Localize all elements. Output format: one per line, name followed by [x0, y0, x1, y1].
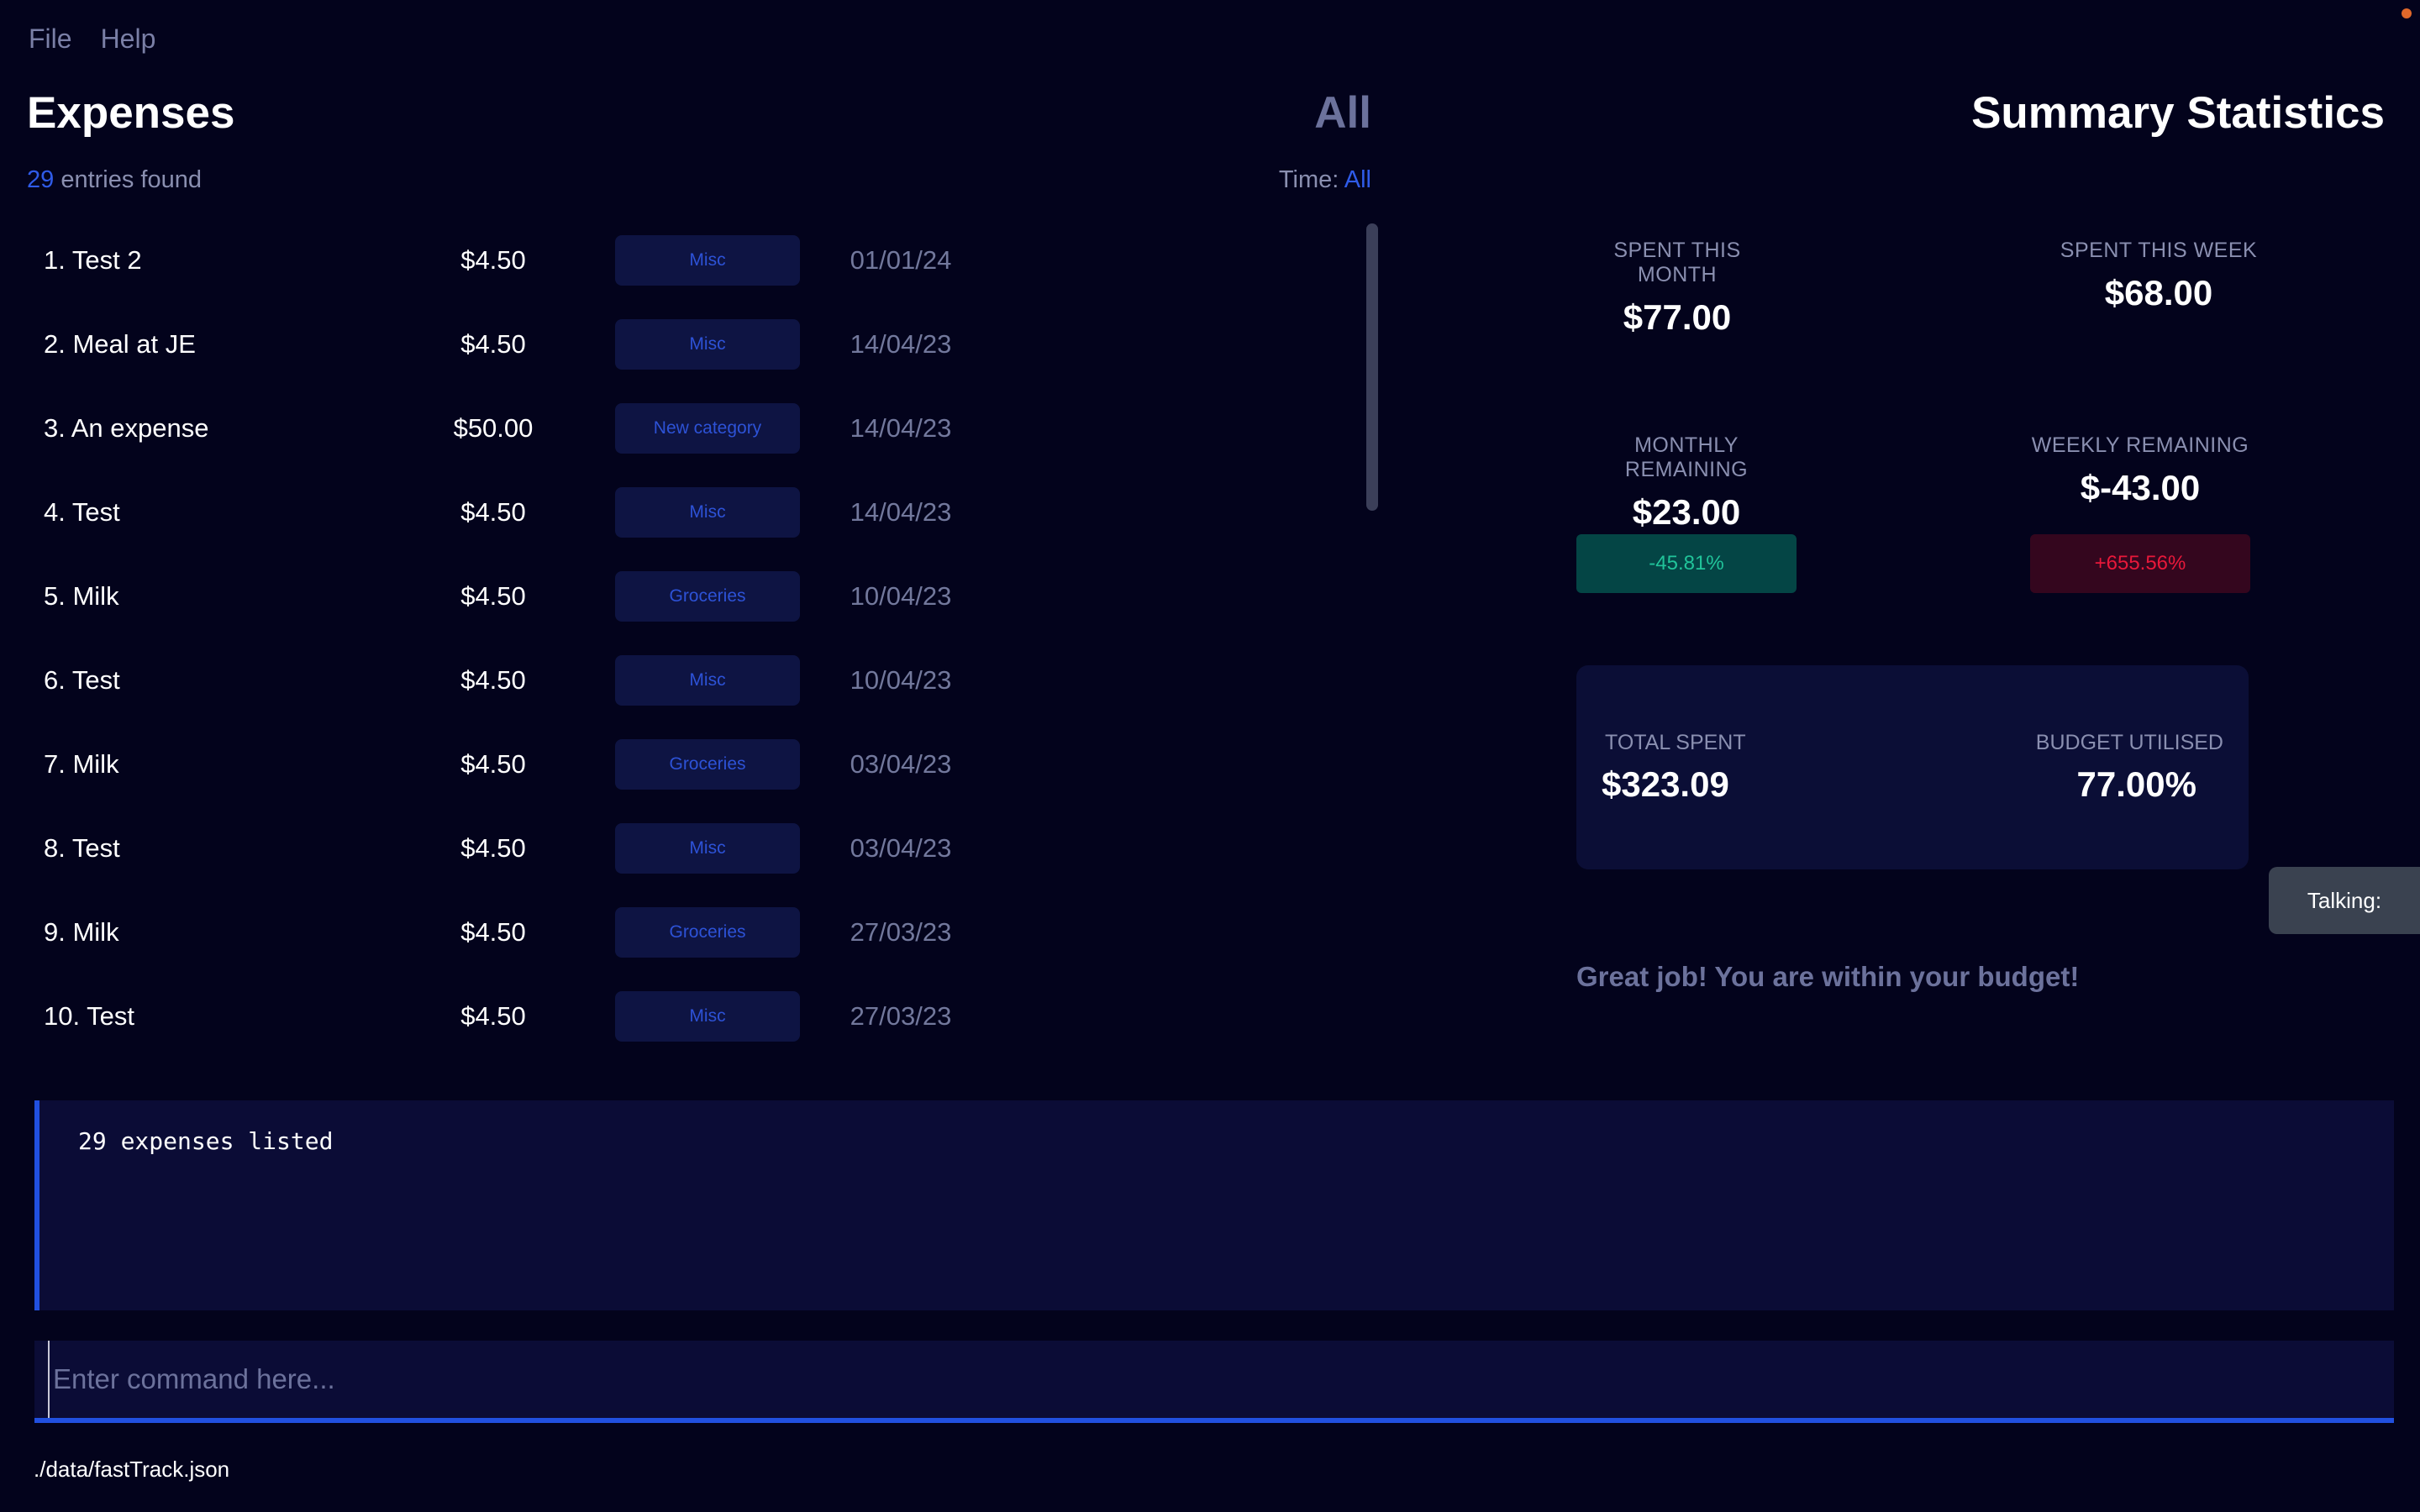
spent-month-label: SPENT THIS MONTH — [1613, 239, 1741, 286]
expense-name: 5. Milk — [44, 581, 119, 611]
category-badge: Groceries — [615, 571, 800, 622]
category-badge: Misc — [615, 655, 800, 706]
time-filter: Time: All — [1176, 166, 1371, 194]
expense-amount: $4.50 — [460, 497, 526, 527]
list-item[interactable]: 3. An expense $50.00 New category 14/04/… — [27, 386, 1287, 470]
expense-date: 10/04/23 — [850, 581, 952, 611]
menu-help[interactable]: Help — [101, 24, 156, 55]
expense-amount: $4.50 — [460, 665, 526, 695]
menu-bar: File Help — [29, 24, 155, 55]
status-file-path: ./data/fastTrack.json — [34, 1457, 230, 1482]
expense-amount: $4.50 — [460, 1001, 526, 1031]
expense-name: 10. Test — [44, 1001, 135, 1031]
monthly-remaining: MONTHLY REMAINING $23.00 — [1576, 433, 1797, 533]
list-item[interactable]: 10. Test $4.50 Misc 27/03/23 — [27, 974, 1287, 1058]
expense-name: 3. An expense — [44, 413, 209, 443]
expense-date: 03/04/23 — [850, 749, 952, 779]
expense-amount: $4.50 — [460, 329, 526, 359]
monthly-remaining-value: $23.00 — [1632, 492, 1741, 532]
total-spent-label: TOTAL SPENT — [1605, 731, 1746, 754]
result-display: 29 expenses listed — [34, 1100, 2394, 1310]
weekly-remaining: WEEKLY REMAINING $-43.00 — [2030, 433, 2250, 508]
recording-indicator-icon — [2402, 8, 2412, 18]
spent-this-month: SPENT THIS MONTH $77.00 — [1576, 239, 1778, 338]
expense-date: 01/01/24 — [850, 245, 952, 275]
budget-utilised-value: 77.00% — [2076, 764, 2196, 804]
expense-name: 9. Milk — [44, 917, 119, 947]
category-badge: Misc — [615, 235, 800, 286]
monthly-remaining-label: MONTHLY REMAINING — [1624, 433, 1749, 481]
list-item[interactable]: 5. Milk $4.50 Groceries 10/04/23 — [27, 554, 1287, 638]
expenses-title: Expenses — [27, 88, 235, 138]
list-item[interactable]: 6. Test $4.50 Misc 10/04/23 — [27, 638, 1287, 722]
entries-count-suffix: entries found — [60, 166, 202, 193]
expense-date: 27/03/23 — [850, 917, 952, 947]
budget-message: Great job! You are within your budget! — [1576, 961, 2080, 992]
list-item[interactable]: 2. Meal at JE $4.50 Misc 14/04/23 — [27, 302, 1287, 386]
expense-date: 14/04/23 — [850, 497, 952, 527]
talking-indicator: Talking: — [2269, 867, 2420, 934]
command-box — [34, 1341, 2394, 1423]
result-text: 29 expenses listed — [78, 1127, 334, 1155]
time-filter-label: Time: — [1278, 166, 1339, 193]
expense-date: 27/03/23 — [850, 1001, 952, 1031]
total-spent-value: $323.09 — [1602, 764, 1729, 804]
category-badge: Misc — [615, 487, 800, 538]
expense-amount: $4.50 — [460, 245, 526, 275]
expense-name: 8. Test — [44, 833, 120, 863]
expense-name: 1. Test 2 — [44, 245, 142, 275]
list-item[interactable]: 7. Milk $4.50 Groceries 03/04/23 — [27, 722, 1287, 806]
budget-utilised-label: BUDGET UTILISED — [2035, 731, 2223, 754]
weekly-change-badge: +655.56% — [2030, 534, 2250, 593]
expense-amount: $4.50 — [460, 581, 526, 611]
expense-date: 03/04/23 — [850, 833, 952, 863]
weekly-remaining-value: $-43.00 — [2080, 468, 2201, 507]
time-filter-value: All — [1344, 166, 1371, 193]
list-scrollbar[interactable] — [1366, 223, 1378, 511]
summary-title: Summary Statistics — [1971, 88, 2385, 138]
list-item[interactable]: 1. Test 2 $4.50 Misc 01/01/24 — [27, 218, 1287, 302]
command-input[interactable] — [48, 1341, 2384, 1418]
expense-name: 4. Test — [44, 497, 120, 527]
category-badge: Misc — [615, 319, 800, 370]
expense-amount: $4.50 — [460, 917, 526, 947]
category-badge: New category — [615, 403, 800, 454]
expense-amount: $4.50 — [460, 749, 526, 779]
category-filter-label: All — [1314, 88, 1371, 138]
expense-name: 6. Test — [44, 665, 120, 695]
spent-month-value: $77.00 — [1623, 297, 1732, 337]
entries-count: 29 entries found — [27, 166, 202, 194]
expense-name: 2. Meal at JE — [44, 329, 196, 359]
entries-count-number: 29 — [27, 166, 55, 193]
expense-amount: $4.50 — [460, 833, 526, 863]
spent-week-label: SPENT THIS WEEK — [2060, 239, 2258, 262]
list-item[interactable]: 4. Test $4.50 Misc 14/04/23 — [27, 470, 1287, 554]
app-window: File Help Expenses All 29 entries found … — [0, 0, 2420, 1512]
totals-card: TOTAL SPENT $323.09 BUDGET UTILISED 77.0… — [1576, 665, 2249, 869]
spent-week-value: $68.00 — [2104, 273, 2213, 312]
expense-name: 7. Milk — [44, 749, 119, 779]
expense-date: 10/04/23 — [850, 665, 952, 695]
expense-date: 14/04/23 — [850, 329, 952, 359]
category-badge: Misc — [615, 823, 800, 874]
expense-date: 14/04/23 — [850, 413, 952, 443]
monthly-change-badge: -45.81% — [1576, 534, 1797, 593]
category-badge: Groceries — [615, 739, 800, 790]
category-badge: Groceries — [615, 907, 800, 958]
expense-amount: $50.00 — [453, 413, 534, 443]
menu-file[interactable]: File — [29, 24, 72, 55]
category-badge: Misc — [615, 991, 800, 1042]
list-item[interactable]: 9. Milk $4.50 Groceries 27/03/23 — [27, 890, 1287, 974]
weekly-remaining-label: WEEKLY REMAINING — [2031, 433, 2249, 457]
list-item[interactable]: 8. Test $4.50 Misc 03/04/23 — [27, 806, 1287, 890]
spent-this-week: SPENT THIS WEEK $68.00 — [2058, 239, 2260, 313]
expense-list[interactable]: 1. Test 2 $4.50 Misc 01/01/24 2. Meal at… — [27, 218, 1338, 1058]
